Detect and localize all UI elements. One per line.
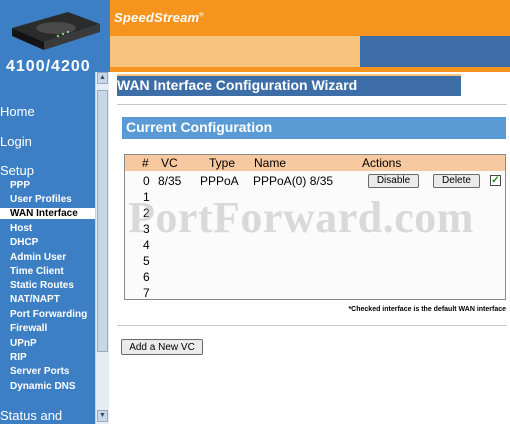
page-title: WAN Interface Configuration Wizard — [117, 77, 358, 93]
col-header-num: # — [142, 156, 149, 170]
row-num-2: 2 — [143, 206, 150, 220]
sidebar-nav: Home Login Setup PPP User Profiles WAN I… — [0, 72, 95, 424]
sidebar-item-host[interactable]: Host — [10, 223, 32, 234]
model-number: 4100/4200 — [6, 58, 91, 72]
row-num-3: 3 — [143, 222, 150, 236]
row-type: PPPoA — [200, 174, 239, 188]
modem-icon — [12, 12, 100, 50]
add-new-vc-button[interactable]: Add a New VC — [121, 339, 203, 355]
sidebar-item-admin-user[interactable]: Admin User — [10, 252, 66, 263]
row-vc: 8/35 — [158, 174, 182, 188]
header-bottom-strip — [110, 67, 510, 72]
sidebar-item-server-ports[interactable]: Server Ports — [10, 366, 69, 377]
sidebar-item-port-forwarding[interactable]: Port Forwarding — [10, 309, 87, 320]
divider — [117, 325, 507, 326]
sidebar-item-firewall[interactable]: Firewall — [10, 323, 47, 334]
sidebar-setup[interactable]: Setup — [0, 163, 34, 178]
sidebar-item-dhcp[interactable]: DHCP — [10, 237, 38, 248]
row-num: 0 — [143, 174, 150, 188]
col-header-name: Name — [254, 156, 287, 170]
vc-table-header — [125, 155, 505, 171]
row-num-4: 4 — [143, 238, 150, 252]
delete-button[interactable]: Delete — [433, 174, 480, 188]
sidebar-item-dynamic-dns[interactable]: Dynamic DNS — [10, 381, 76, 392]
scroll-thumb[interactable] — [97, 90, 108, 352]
sidebar-item-user-profiles[interactable]: User Profiles — [10, 194, 72, 205]
sidebar-item-static-routes[interactable]: Static Routes — [10, 280, 74, 291]
col-header-type: Type — [209, 156, 236, 170]
sidebar-scrollbar[interactable]: ▲ ▼ — [95, 72, 109, 424]
header-blue-block — [360, 36, 510, 67]
row-num-6: 6 — [143, 270, 150, 284]
row-num-7: 7 — [143, 286, 150, 300]
header-light-band — [110, 36, 360, 67]
default-wan-checkbox[interactable]: ✓ — [490, 175, 501, 186]
scroll-down-icon[interactable]: ▼ — [97, 410, 108, 422]
sidebar-item-rip[interactable]: RIP — [10, 352, 27, 363]
sidebar-item-upnp[interactable]: UPnP — [10, 338, 37, 349]
sidebar-item-ppp[interactable]: PPP — [10, 180, 30, 191]
scroll-up-icon[interactable]: ▲ — [97, 72, 108, 84]
header-logo-area: 4100/4200 — [0, 0, 110, 72]
disable-button[interactable]: Disable — [368, 174, 419, 188]
sidebar-item-time-client[interactable]: Time Client — [10, 266, 64, 277]
col-header-actions: Actions — [362, 156, 402, 170]
sidebar-item-nat-napt[interactable]: NAT/NAPT — [10, 294, 60, 305]
sidebar-status[interactable]: Status and — [0, 408, 62, 423]
row-name: PPPoA(0) 8/35 — [253, 174, 334, 188]
brand-logo: SpeedStream® — [114, 10, 204, 25]
section-title: Current Configuration — [126, 119, 273, 135]
divider — [117, 104, 507, 105]
sidebar-item-wan-interface[interactable]: WAN Interface — [0, 208, 95, 219]
sidebar-login[interactable]: Login — [0, 134, 32, 149]
col-header-vc: VC — [161, 156, 178, 170]
footnote: *Checked interface is the default WAN in… — [348, 306, 506, 313]
row-num-1: 1 — [143, 190, 150, 204]
row-num-5: 5 — [143, 254, 150, 268]
sidebar-home[interactable]: Home — [0, 104, 35, 119]
